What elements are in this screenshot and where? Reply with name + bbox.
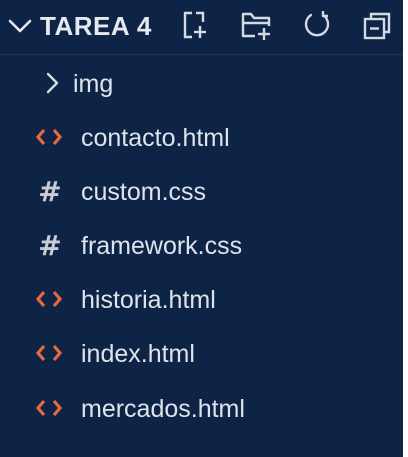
file-item-framework-css[interactable]: # framework.css (0, 218, 403, 272)
file-item-contacto-html[interactable]: contacto.html (0, 110, 403, 164)
explorer-panel: TAREA 4 img contacto.html # custom.css #… (0, 0, 403, 457)
file-item-index-html[interactable]: index.html (0, 326, 403, 380)
file-label: index.html (81, 340, 195, 368)
html-file-icon (34, 381, 64, 435)
file-label: contacto.html (81, 124, 230, 152)
chevron-right-icon (40, 56, 64, 110)
workspace-title: TAREA 4 (40, 11, 152, 41)
file-label: historia.html (81, 286, 216, 314)
refresh-icon[interactable] (298, 6, 336, 44)
new-file-icon[interactable] (176, 6, 214, 44)
html-file-icon (34, 110, 64, 164)
file-label: mercados.html (81, 395, 245, 423)
html-file-icon (34, 272, 64, 326)
explorer-section-header[interactable]: TAREA 4 (0, 0, 403, 55)
new-folder-icon[interactable] (237, 6, 275, 44)
css-file-icon: # (38, 174, 62, 208)
chevron-down-icon[interactable] (4, 10, 36, 42)
html-file-icon (34, 326, 64, 380)
collapse-all-icon[interactable] (358, 6, 396, 44)
file-item-historia-html[interactable]: historia.html (0, 272, 403, 326)
file-label: framework.css (81, 232, 243, 260)
file-label: img (73, 70, 114, 98)
file-item-custom-css[interactable]: # custom.css (0, 164, 403, 218)
file-item-mercados-html[interactable]: mercados.html (0, 381, 403, 435)
css-file-icon: # (38, 228, 62, 262)
file-label: custom.css (81, 178, 207, 206)
folder-item-img[interactable]: img (0, 56, 403, 110)
